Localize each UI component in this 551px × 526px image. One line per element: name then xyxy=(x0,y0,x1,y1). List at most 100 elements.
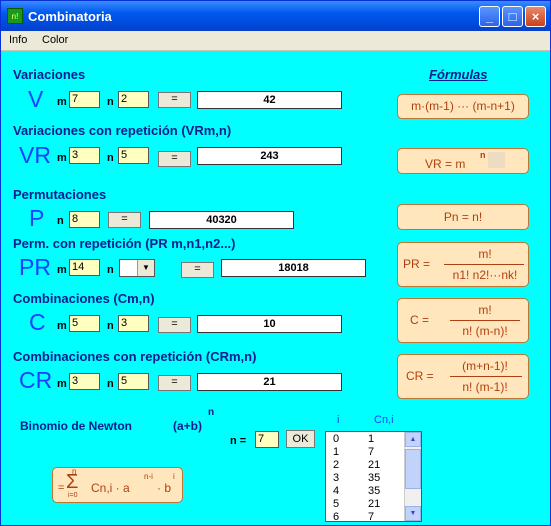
combinaciones-rep-formula: CR = (m+n-1)! n! (m-1)! xyxy=(397,354,529,399)
scroll-thumb[interactable] xyxy=(405,449,421,489)
formula-lhs: VR = m xyxy=(425,157,466,171)
menu-info[interactable]: Info xyxy=(9,34,27,46)
variaciones-title: Variaciones xyxy=(13,67,86,82)
col-i-header: i xyxy=(337,414,340,426)
app-icon: n! xyxy=(7,8,23,24)
list-scrollbar[interactable]: ▲ ▼ xyxy=(404,432,421,521)
permutaciones-n-input[interactable]: 8 xyxy=(69,211,100,228)
window-title: Combinatoria xyxy=(28,9,112,24)
formula-denominator: n! (m-n)! xyxy=(462,324,508,338)
sum-icon: Σ xyxy=(66,471,79,493)
variaciones-symbol: V xyxy=(28,86,44,112)
m-label: m xyxy=(57,96,67,108)
variaciones-n-input[interactable]: 2 xyxy=(118,91,149,108)
binomio-exp: n xyxy=(208,407,215,418)
binomio-ok-button[interactable]: OK xyxy=(286,430,315,448)
permutaciones-calc-button[interactable]: = xyxy=(108,212,141,228)
combinaciones-rep-symbol: CR xyxy=(19,367,53,393)
n-label: n xyxy=(107,96,114,108)
variaciones-rep-formula: VR = m n xyxy=(397,148,529,174)
combinaciones-result: 10 xyxy=(197,315,342,333)
permutaciones-formula: Pn = n! xyxy=(397,204,529,230)
binomio-n-input[interactable]: 7 xyxy=(255,431,279,448)
formula-lhs: CR = xyxy=(406,369,434,383)
formula-denominator: n! (m-1)! xyxy=(462,380,508,394)
variaciones-rep-title: Variaciones con repetición (VRm,n) xyxy=(13,123,232,138)
perm-rep-symbol: PR xyxy=(19,254,51,280)
formula-eq: = xyxy=(58,482,65,494)
b-exponent: i xyxy=(173,472,175,481)
binomio-formula: = n Σ i=0 Cn,i · a n-i · b i xyxy=(52,467,183,503)
binomio-n-label: n = xyxy=(230,435,247,447)
fraction-bar xyxy=(450,376,522,377)
minimize-button[interactable]: _ xyxy=(479,6,500,27)
fraction-bar xyxy=(444,264,524,265)
formula-lhs: PR = xyxy=(403,257,431,271)
m-label: m xyxy=(57,320,67,332)
chevron-down-icon[interactable]: ▼ xyxy=(137,260,154,276)
n-label: n xyxy=(107,378,114,390)
formula-numerator: m! xyxy=(478,303,492,317)
formula-shade xyxy=(488,152,505,168)
combinaciones-rep-m-input[interactable]: 3 xyxy=(69,373,100,390)
a-exponent: n-i xyxy=(144,472,153,481)
m-label: m xyxy=(57,264,67,276)
formulas-heading: Fórmulas xyxy=(429,67,488,82)
variaciones-rep-n-input[interactable]: 5 xyxy=(118,147,149,164)
coefficients-list[interactable]: 01 17 2 21 3 35 4 35 5 21 67 ▲ ▼ xyxy=(325,431,422,522)
variaciones-formula: m·(m-1) ··· (m-n+1) xyxy=(397,94,529,119)
variaciones-rep-result: 243 xyxy=(197,147,342,165)
perm-rep-formula: PR = m! n1! n2!···nk! xyxy=(397,242,529,287)
formula-b: · b xyxy=(157,481,172,495)
formula-exponent: n xyxy=(480,150,486,160)
binomio-expr: (a+b) xyxy=(173,419,203,433)
variaciones-result: 42 xyxy=(197,91,342,109)
perm-rep-result: 18018 xyxy=(221,259,366,277)
fraction-bar xyxy=(450,320,520,321)
m-label: m xyxy=(57,378,67,390)
formula-denominator: n1! n2!···nk! xyxy=(452,268,518,282)
perm-rep-n-dropdown[interactable]: ▼ xyxy=(119,259,155,277)
n-label: n xyxy=(57,215,64,227)
menu-bar: Info Color xyxy=(1,31,550,51)
perm-rep-title: Perm. con repetición (PR m,n1,n2...) xyxy=(13,236,236,251)
maximize-button[interactable]: □ xyxy=(502,6,523,27)
formula-numerator: (m+n-1)! xyxy=(462,359,508,373)
formula-body: Cn,i · a xyxy=(91,481,130,495)
permutaciones-symbol: P xyxy=(29,205,45,231)
variaciones-m-input[interactable]: 7 xyxy=(69,91,100,108)
n-label: n xyxy=(107,152,114,164)
perm-rep-m-input[interactable]: 14 xyxy=(69,259,100,276)
combinaciones-title: Combinaciones (Cm,n) xyxy=(13,291,155,306)
variaciones-calc-button[interactable]: = xyxy=(158,92,191,108)
close-button[interactable]: × xyxy=(525,6,546,27)
binomio-title: Binomio de Newton xyxy=(20,419,132,433)
n-label: n xyxy=(107,320,114,332)
sum-lower: i=0 xyxy=(68,492,78,499)
variaciones-rep-m-input[interactable]: 3 xyxy=(69,147,100,164)
formula-lhs: C = xyxy=(410,313,430,327)
combinaciones-rep-n-input[interactable]: 5 xyxy=(118,373,149,390)
combinaciones-calc-button[interactable]: = xyxy=(158,317,191,333)
formula-numerator: m! xyxy=(478,247,492,261)
combinaciones-formula: C = m! n! (m-n)! xyxy=(397,298,529,343)
col-c-header: Cn,i xyxy=(374,414,394,426)
combinaciones-rep-result: 21 xyxy=(197,373,342,391)
permutaciones-title: Permutaciones xyxy=(13,187,107,202)
combinaciones-rep-title: Combinaciones con repetición (CRm,n) xyxy=(13,349,257,364)
permutaciones-result: 40320 xyxy=(149,211,294,229)
n-label: n xyxy=(107,264,114,276)
combinaciones-m-input[interactable]: 5 xyxy=(69,315,100,332)
scroll-up-icon[interactable]: ▲ xyxy=(405,432,421,447)
combinaciones-symbol: C xyxy=(29,309,46,335)
perm-rep-calc-button[interactable]: = xyxy=(181,262,214,278)
title-bar[interactable]: n! Combinatoria _ □ × xyxy=(1,1,550,31)
menu-color[interactable]: Color xyxy=(42,34,68,46)
combinaciones-n-input[interactable]: 3 xyxy=(118,315,149,332)
m-label: m xyxy=(57,152,67,164)
variaciones-rep-calc-button[interactable]: = xyxy=(158,151,191,167)
app-window: n! Combinatoria _ □ × Info Color Fórmula… xyxy=(0,0,551,526)
variaciones-rep-symbol: VR xyxy=(19,142,51,168)
scroll-down-icon[interactable]: ▼ xyxy=(405,506,421,521)
combinaciones-rep-calc-button[interactable]: = xyxy=(158,375,191,391)
